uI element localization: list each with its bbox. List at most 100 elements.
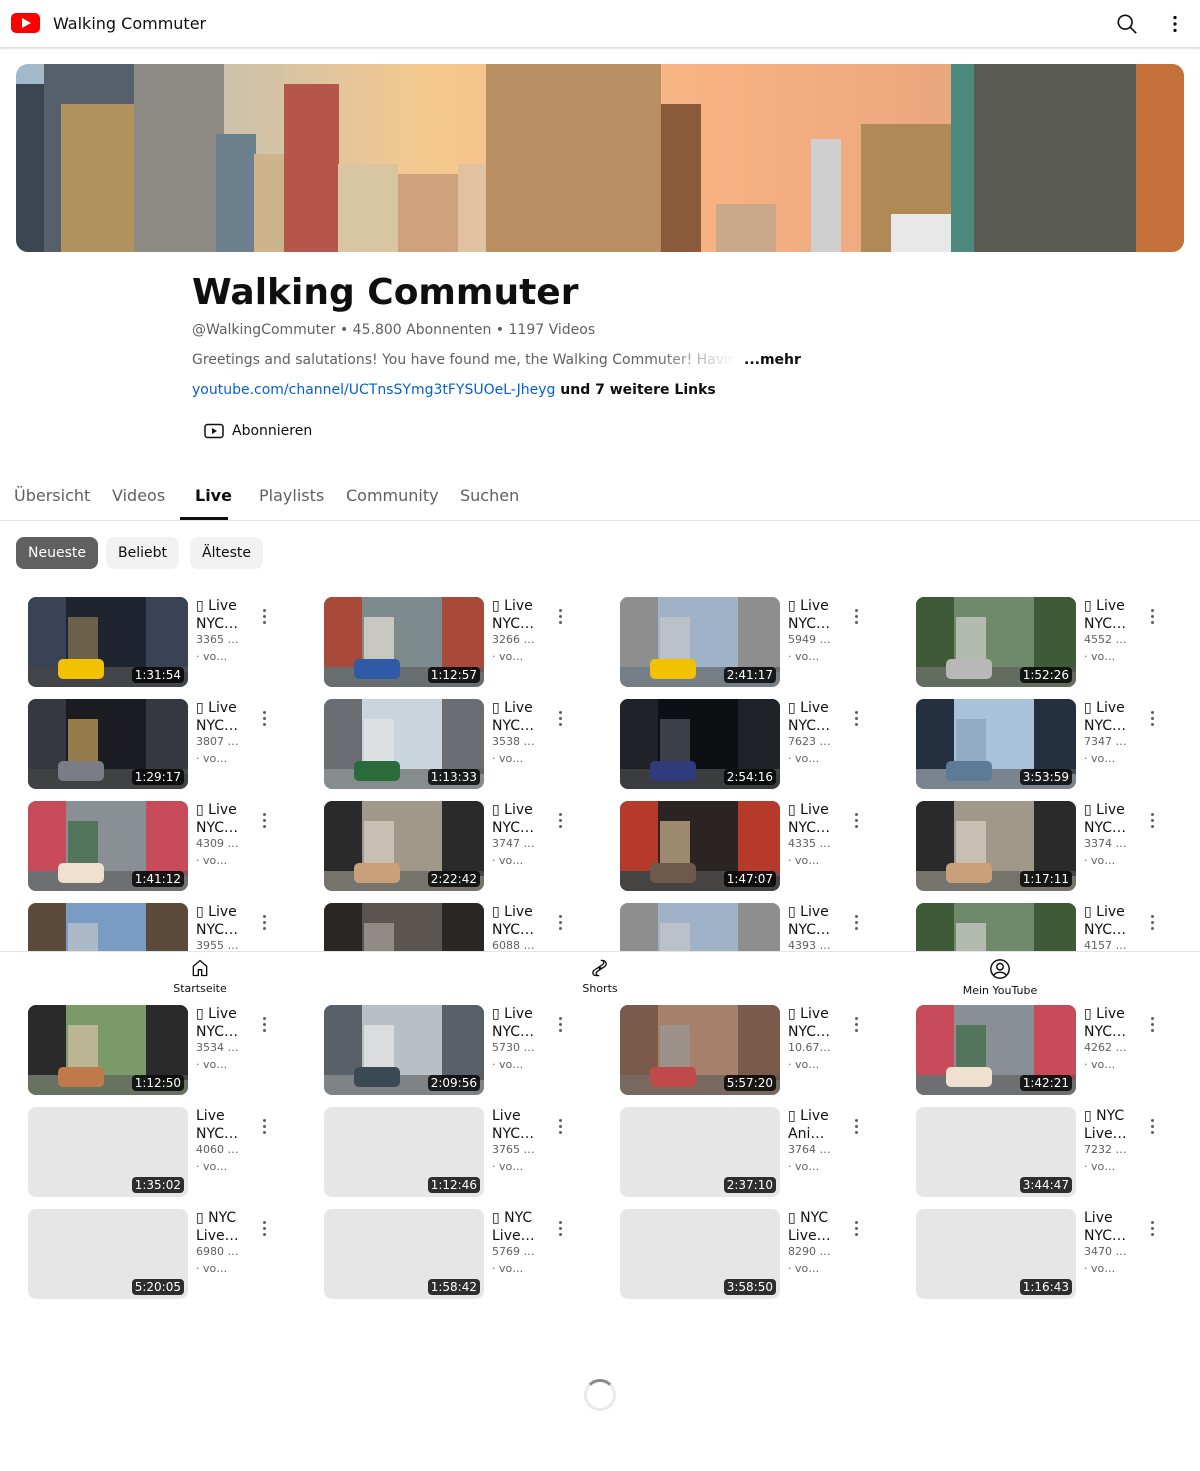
video-thumbnail[interactable]: 1:29:17 bbox=[28, 699, 188, 789]
video-title[interactable]: ▯ Live NYC… bbox=[788, 699, 838, 735]
video-menu-icon[interactable] bbox=[1146, 607, 1158, 627]
video-title[interactable]: ▯ Live NYC… bbox=[196, 801, 246, 837]
more-vert-icon[interactable] bbox=[1164, 13, 1186, 35]
video-menu-icon[interactable] bbox=[850, 1015, 862, 1035]
video-title[interactable]: Live NYC… bbox=[1084, 1209, 1134, 1245]
video-menu-icon[interactable] bbox=[258, 607, 270, 627]
video-title[interactable]: ▯ Live NYC… bbox=[492, 1005, 542, 1041]
video-title[interactable]: Live NYC… bbox=[196, 1107, 246, 1143]
video-card[interactable]: 1:16:43 Live NYC… 3470 … · vo… bbox=[916, 1209, 1196, 1301]
video-menu-icon[interactable] bbox=[554, 811, 566, 831]
video-menu-icon[interactable] bbox=[258, 1117, 270, 1137]
video-thumbnail[interactable]: 1:17:11 bbox=[916, 801, 1076, 891]
video-title[interactable]: ▯ NYC Live… bbox=[196, 1209, 246, 1245]
tab-search[interactable]: Suchen bbox=[460, 486, 519, 505]
video-title[interactable]: ▯ Live NYC… bbox=[788, 1005, 838, 1041]
video-card[interactable]: 1:29:17 ▯ Live NYC… 3807 … · vo… bbox=[28, 699, 308, 791]
video-menu-icon[interactable] bbox=[554, 1117, 566, 1137]
video-card[interactable]: 1:35:02 Live NYC… 4060 … · vo… bbox=[28, 1107, 308, 1199]
video-menu-icon[interactable] bbox=[850, 1117, 862, 1137]
video-thumbnail[interactable]: 2:09:56 bbox=[324, 1005, 484, 1095]
video-thumbnail[interactable]: 1:41:12 bbox=[28, 801, 188, 891]
chip-newest[interactable]: Neueste bbox=[16, 537, 98, 569]
video-menu-icon[interactable] bbox=[554, 913, 566, 933]
video-card[interactable]: 1:12:46 Live NYC… 3765 … · vo… bbox=[324, 1107, 604, 1199]
video-title[interactable]: ▯ NYC Live… bbox=[492, 1209, 542, 1245]
video-thumbnail[interactable]: 1:13:33 bbox=[324, 699, 484, 789]
video-card[interactable]: 3:53:59 ▯ Live NYC… 7347 … · vo… bbox=[916, 699, 1196, 791]
video-thumbnail[interactable]: 2:22:42 bbox=[324, 801, 484, 891]
video-menu-icon[interactable] bbox=[1146, 709, 1158, 729]
tab-live[interactable]: Live bbox=[195, 486, 232, 505]
video-menu-icon[interactable] bbox=[258, 811, 270, 831]
video-card[interactable]: 1:12:50 ▯ Live NYC… 3534 … · vo… bbox=[28, 1005, 308, 1097]
video-title[interactable]: ▯ Live NYC… bbox=[492, 597, 542, 633]
tab-overview[interactable]: Übersicht bbox=[14, 486, 90, 505]
video-title[interactable]: ▯ Live NYC… bbox=[196, 903, 246, 939]
video-thumbnail[interactable]: 1:31:54 bbox=[28, 597, 188, 687]
video-card[interactable]: 2:54:16 ▯ Live NYC… 7623 … · vo… bbox=[620, 699, 900, 791]
video-card[interactable]: 3:58:50 ▯ NYC Live… 8290 … · vo… bbox=[620, 1209, 900, 1301]
video-menu-icon[interactable] bbox=[554, 709, 566, 729]
nav-shorts[interactable]: Shorts bbox=[540, 958, 660, 995]
video-title[interactable]: ▯ Live NYC… bbox=[492, 699, 542, 735]
video-menu-icon[interactable] bbox=[258, 1219, 270, 1239]
video-thumbnail[interactable]: 1:47:07 bbox=[620, 801, 780, 891]
video-thumbnail[interactable]: 2:54:16 bbox=[620, 699, 780, 789]
video-thumbnail[interactable]: 1:12:50 bbox=[28, 1005, 188, 1095]
video-thumbnail[interactable]: 3:44:47 bbox=[916, 1107, 1076, 1197]
more-links-button[interactable]: und 7 weitere Links bbox=[555, 382, 715, 398]
video-thumbnail[interactable]: 1:12:57 bbox=[324, 597, 484, 687]
tab-videos[interactable]: Videos bbox=[112, 486, 165, 505]
video-card[interactable]: 1:31:54 ▯ Live NYC… 3365 … · vo… bbox=[28, 597, 308, 689]
video-menu-icon[interactable] bbox=[258, 1015, 270, 1035]
chip-popular[interactable]: Beliebt bbox=[106, 537, 179, 569]
video-card[interactable]: 1:58:42 ▯ NYC Live… 5769 … · vo… bbox=[324, 1209, 604, 1301]
video-card[interactable]: 2:41:17 ▯ Live NYC… 5949 … · vo… bbox=[620, 597, 900, 689]
video-card[interactable]: 3:44:47 ▯ NYC Live… 7232 … · vo… bbox=[916, 1107, 1196, 1199]
subscribe-button[interactable]: Abonnieren bbox=[192, 414, 324, 448]
video-title[interactable]: ▯ Live NYC… bbox=[1084, 699, 1134, 735]
video-menu-icon[interactable] bbox=[1146, 913, 1158, 933]
video-title[interactable]: ▯ Live NYC… bbox=[492, 903, 542, 939]
video-thumbnail[interactable]: 2:41:17 bbox=[620, 597, 780, 687]
video-menu-icon[interactable] bbox=[554, 1219, 566, 1239]
video-menu-icon[interactable] bbox=[554, 607, 566, 627]
video-card[interactable]: 1:41:12 ▯ Live NYC… 4309 … · vo… bbox=[28, 801, 308, 893]
channel-description[interactable]: Greetings and salutations! You have foun… bbox=[192, 352, 737, 368]
video-card[interactable]: 2:09:56 ▯ Live NYC… 5730 … · vo… bbox=[324, 1005, 604, 1097]
video-thumbnail[interactable]: 5:20:05 bbox=[28, 1209, 188, 1299]
youtube-logo-icon[interactable] bbox=[11, 13, 40, 33]
video-card[interactable]: 1:42:21 ▯ Live NYC… 4262 … · vo… bbox=[916, 1005, 1196, 1097]
video-menu-icon[interactable] bbox=[1146, 1117, 1158, 1137]
video-menu-icon[interactable] bbox=[850, 811, 862, 831]
nav-home[interactable]: Startseite bbox=[140, 958, 260, 995]
video-title[interactable]: ▯ Live NYC… bbox=[788, 597, 838, 633]
video-title[interactable]: ▯ Live NYC… bbox=[1084, 903, 1134, 939]
video-card[interactable]: 1:52:26 ▯ Live NYC… 4552 … · vo… bbox=[916, 597, 1196, 689]
video-title[interactable]: ▯ Live NYC… bbox=[788, 903, 838, 939]
video-menu-icon[interactable] bbox=[554, 1015, 566, 1035]
video-title[interactable]: ▯ NYC Live… bbox=[788, 1209, 838, 1245]
video-title[interactable]: ▯ Live NYC… bbox=[1084, 801, 1134, 837]
video-menu-icon[interactable] bbox=[850, 709, 862, 729]
search-icon[interactable] bbox=[1116, 13, 1138, 35]
video-card[interactable]: 1:12:57 ▯ Live NYC… 3266 … · vo… bbox=[324, 597, 604, 689]
video-card[interactable]: 5:20:05 ▯ NYC Live… 6980 … · vo… bbox=[28, 1209, 308, 1301]
video-menu-icon[interactable] bbox=[258, 709, 270, 729]
video-card[interactable]: 1:17:11 ▯ Live NYC… 3374 … · vo… bbox=[916, 801, 1196, 893]
video-card[interactable]: 5:57:20 ▯ Live NYC… 10.67… · vo… bbox=[620, 1005, 900, 1097]
video-menu-icon[interactable] bbox=[850, 1219, 862, 1239]
channel-url-link[interactable]: youtube.com/channel/UCTnsSYmg3tFYSUOeL-J… bbox=[192, 382, 555, 398]
video-thumbnail[interactable]: 5:57:20 bbox=[620, 1005, 780, 1095]
video-menu-icon[interactable] bbox=[850, 607, 862, 627]
video-thumbnail[interactable]: 1:52:26 bbox=[916, 597, 1076, 687]
video-title[interactable]: ▯ Live NYC… bbox=[788, 801, 838, 837]
video-card[interactable]: 1:13:33 ▯ Live NYC… 3538 … · vo… bbox=[324, 699, 604, 791]
tab-playlists[interactable]: Playlists bbox=[259, 486, 324, 505]
video-menu-icon[interactable] bbox=[850, 913, 862, 933]
video-thumbnail[interactable]: 1:16:43 bbox=[916, 1209, 1076, 1299]
video-menu-icon[interactable] bbox=[1146, 1015, 1158, 1035]
video-title[interactable]: ▯ Live Ani… bbox=[788, 1107, 838, 1143]
video-title[interactable]: ▯ Live NYC… bbox=[492, 801, 542, 837]
